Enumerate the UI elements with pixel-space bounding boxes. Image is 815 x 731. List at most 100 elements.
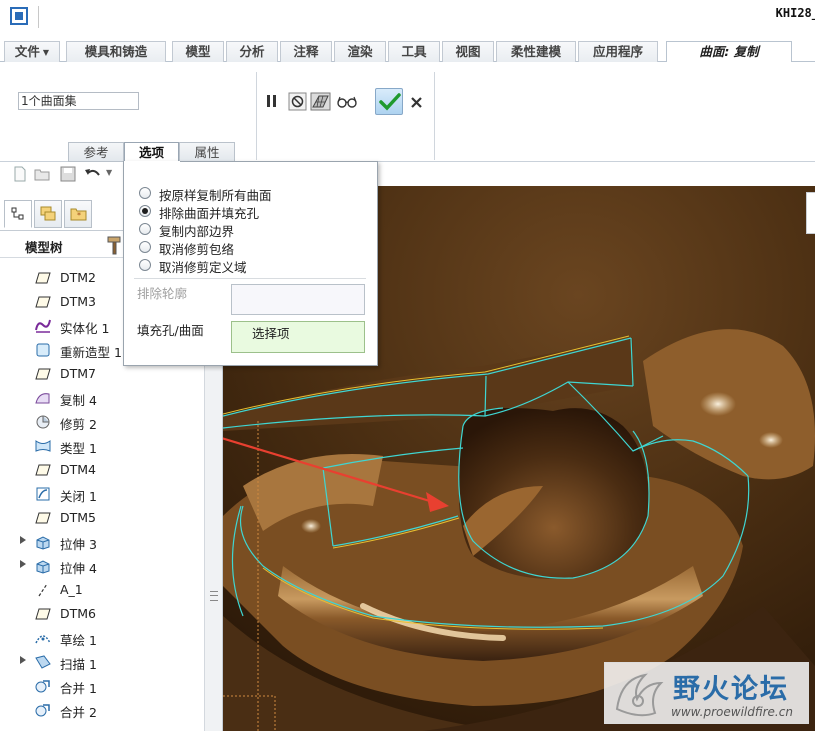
watermark-badge: 野火论坛 www.proewildfire.cn (604, 662, 809, 724)
radio-button[interactable] (139, 205, 151, 217)
tree-node[interactable]: 拉伸 4 (0, 554, 204, 578)
viewport-side-button[interactable] (806, 192, 815, 234)
tab-file[interactable]: 文件 ▼ (4, 41, 60, 62)
options-separator (134, 278, 366, 279)
expand-arrow-icon[interactable] (20, 536, 26, 544)
radio-button[interactable] (139, 259, 151, 271)
radio-copy-inside-boundary[interactable]: 复制内部边界 (139, 220, 369, 239)
merge-icon (34, 702, 52, 718)
stop-icon[interactable] (288, 90, 308, 112)
tab-annotate[interactable]: 注释 (280, 41, 332, 62)
layers-icon (40, 206, 56, 221)
tree-node-label: DTM5 (60, 510, 96, 525)
app-icon[interactable] (10, 7, 28, 25)
ribbon-separator (256, 72, 257, 160)
style-icon (34, 438, 52, 454)
close-surface-icon (34, 486, 52, 502)
tree-node-label: 合并 2 (60, 705, 97, 720)
cancel-button[interactable] (408, 92, 426, 112)
tab-analysis[interactable]: 分析 (226, 41, 278, 62)
chevron-down-icon: ▼ (42, 48, 50, 57)
subtab-references[interactable]: 参考 (68, 142, 124, 162)
pause-icon[interactable] (264, 90, 280, 112)
title-bar: KHI28_ (0, 0, 815, 40)
tree-node[interactable]: A_1 (0, 578, 204, 602)
tree-node-label: DTM6 (60, 606, 96, 621)
model-tree-title: 模型树 (25, 240, 63, 255)
new-file-icon[interactable] (12, 166, 28, 185)
tab-surface-copy[interactable]: 曲面: 复制 (666, 41, 792, 63)
tree-node[interactable]: 合并 2 (0, 698, 204, 722)
sweep-icon (34, 654, 52, 670)
tree-node[interactable]: DTM4 (0, 458, 204, 482)
sketch-icon (34, 630, 52, 646)
tab-favorites[interactable]: * (64, 200, 92, 228)
radio-button[interactable] (139, 241, 151, 253)
tree-node[interactable]: 拉伸 3 (0, 530, 204, 554)
subtab-properties[interactable]: 属性 (179, 142, 235, 162)
tree-node-label: 合并 1 (60, 681, 97, 696)
tree-node[interactable]: 关闭 1 (0, 482, 204, 506)
subtab-options[interactable]: 选项 (124, 142, 179, 163)
fill-holes-collector[interactable]: 选择项 (231, 321, 365, 353)
cancel-x-icon (411, 97, 422, 108)
tree-node[interactable]: 草绘 1 (0, 626, 204, 650)
undo-icon[interactable] (84, 166, 102, 185)
tree-node-label: 复制 4 (60, 393, 97, 408)
restyle-icon (34, 342, 52, 358)
datum-plane-icon (34, 462, 52, 478)
ribbon-separator (434, 72, 435, 160)
options-panel: 按原样复制所有曲面 排除曲面并填充孔 复制内部边界 取消修剪包络 取消修剪定义域… (123, 161, 378, 366)
open-folder-icon[interactable] (34, 166, 52, 185)
radio-button[interactable] (139, 223, 151, 235)
splitter-grip[interactable] (210, 591, 218, 601)
fill-holes-value: 选择项 (252, 326, 290, 341)
ribbon-body: 1个曲面集 参考 选项 属性 (0, 62, 815, 163)
radio-untrim-envelope[interactable]: 取消修剪包络 (139, 238, 369, 257)
tab-mold-casting[interactable]: 模具和铸造 (66, 41, 166, 62)
ok-button[interactable] (375, 88, 403, 115)
tab-tools[interactable]: 工具 (388, 41, 440, 62)
watermark-title: 野火论坛 (673, 674, 789, 705)
tab-applications[interactable]: 应用程序 (578, 41, 658, 62)
datum-plane-icon (34, 510, 52, 526)
tree-node[interactable]: 扫描 1 (0, 650, 204, 674)
folder-star-icon: * (70, 208, 87, 221)
expand-arrow-icon[interactable] (20, 656, 26, 664)
tab-flexible-modeling[interactable]: 柔性建模 (496, 41, 576, 62)
extrude-icon (34, 534, 52, 550)
tree-node[interactable]: DTM5 (0, 506, 204, 530)
tree-node[interactable]: DTM6 (0, 602, 204, 626)
tree-node[interactable]: 类型 1 (0, 434, 204, 458)
radio-untrim-domain[interactable]: 取消修剪定义域 (139, 256, 369, 275)
watermark-url: www.proewildfire.cn (671, 705, 793, 719)
tree-node-label: 草绘 1 (60, 633, 97, 648)
tree-node-label: 关闭 1 (60, 489, 97, 504)
radio-copy-all-surfaces[interactable]: 按原样复制所有曲面 (139, 184, 369, 203)
tab-view[interactable]: 视图 (442, 41, 494, 62)
fill-holes-label: 填充孔/曲面 (137, 323, 204, 338)
exclude-contour-collector[interactable] (231, 284, 365, 315)
tree-node-label: DTM3 (60, 294, 96, 309)
surface-set-collector[interactable]: 1个曲面集 (18, 92, 139, 110)
title-separator (38, 6, 39, 28)
tree-node-label: 实体化 1 (60, 321, 110, 336)
glasses-preview-icon[interactable] (336, 90, 358, 112)
tab-render[interactable]: 渲染 (334, 41, 386, 62)
datum-plane-icon (34, 294, 52, 310)
radio-exclude-fill-holes[interactable]: 排除曲面并填充孔 (139, 202, 369, 221)
expand-arrow-icon[interactable] (20, 560, 26, 568)
tab-layers[interactable] (34, 200, 62, 228)
tree-node[interactable]: 合并 1 (0, 674, 204, 698)
extrude-icon (34, 558, 52, 574)
tab-model-tree[interactable] (4, 200, 32, 228)
tree-node-label: 拉伸 3 (60, 537, 97, 552)
tree-node[interactable]: 修剪 2 (0, 410, 204, 434)
undo-dropdown-icon[interactable]: ▼ (106, 168, 112, 177)
ok-check-icon (379, 93, 401, 111)
save-icon[interactable] (60, 166, 76, 185)
tree-node[interactable]: 复制 4 (0, 386, 204, 410)
preview-mesh-icon[interactable] (310, 90, 332, 112)
radio-button[interactable] (139, 187, 151, 199)
tab-model[interactable]: 模型 (172, 41, 224, 62)
